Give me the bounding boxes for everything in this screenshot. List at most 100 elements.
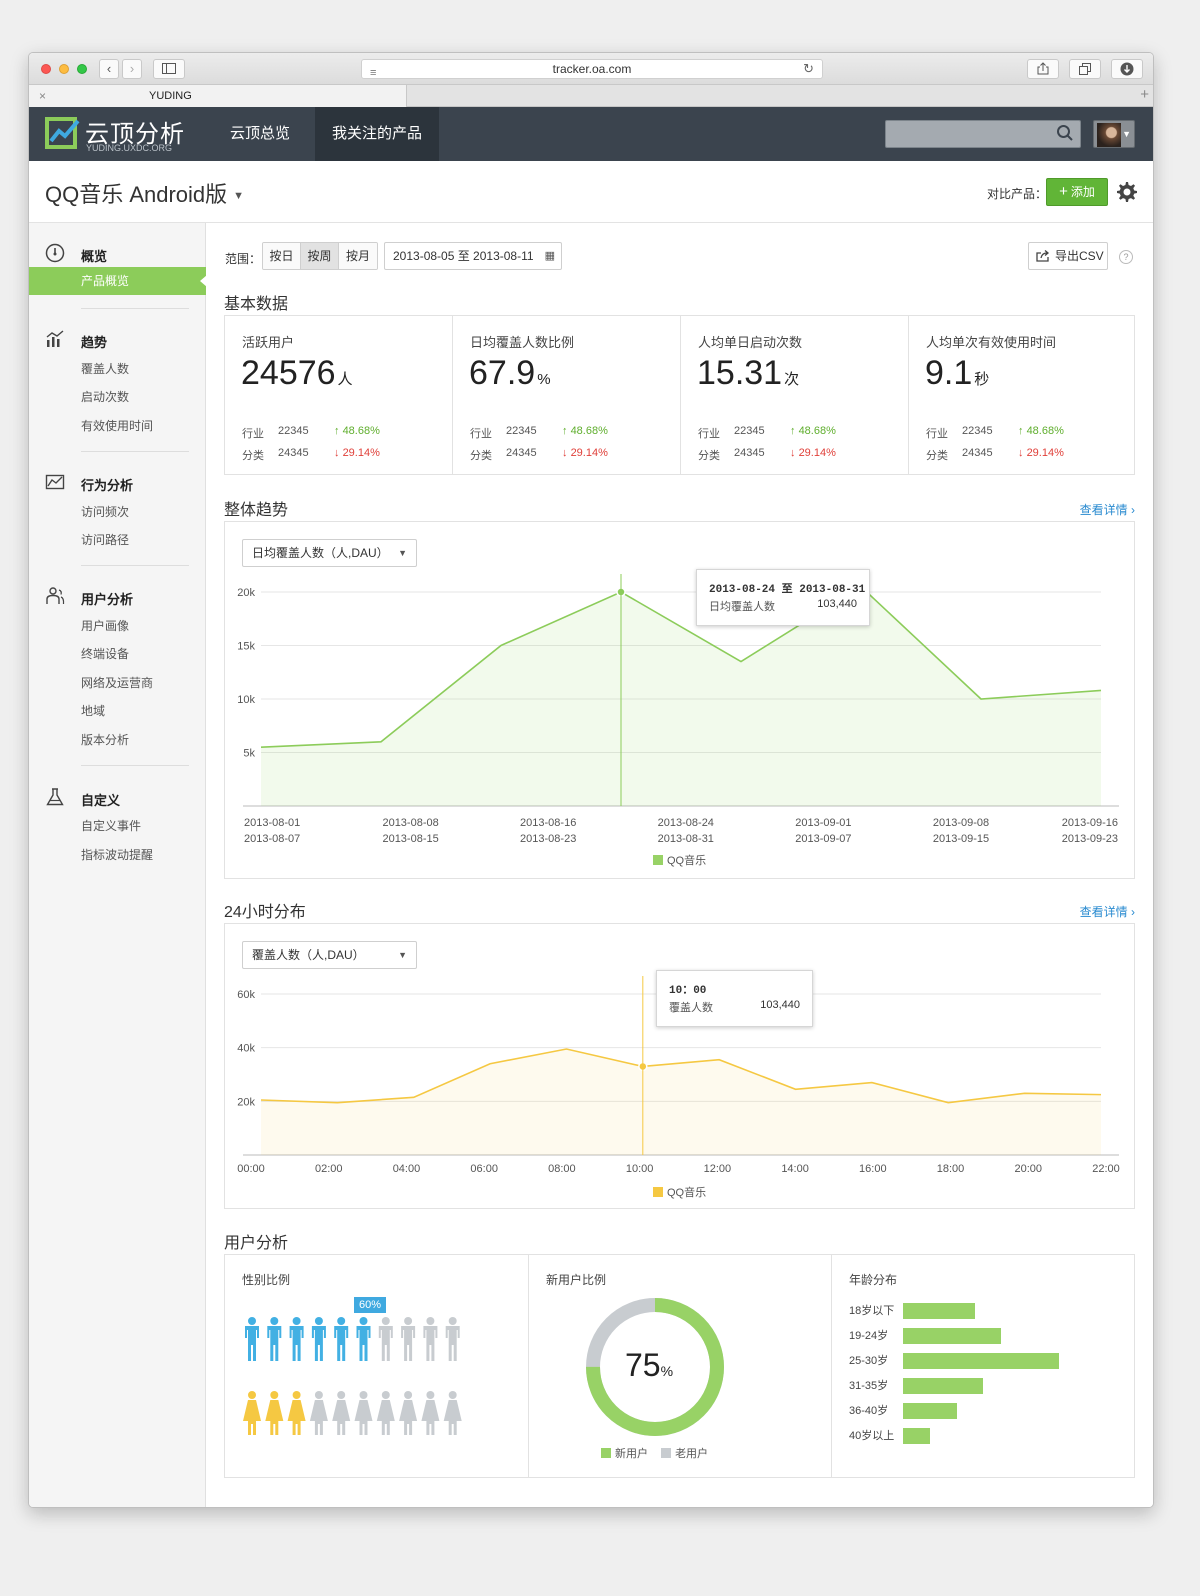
trend-detail-link[interactable]: 查看详情 › xyxy=(1080,501,1135,518)
browser-tab[interactable]: × YUDING xyxy=(29,85,407,107)
industry-label: 行业 xyxy=(698,428,720,440)
hourly-legend[interactable]: QQ音乐 xyxy=(653,1184,706,1200)
sidebar-item-usage-time[interactable]: 有效使用时间 xyxy=(81,417,153,434)
close-window-button[interactable] xyxy=(41,64,51,74)
segment-month[interactable]: 按月 xyxy=(339,243,377,269)
download-icon[interactable] xyxy=(1111,59,1143,79)
add-label: 添加 xyxy=(1070,185,1095,199)
stat-value: 67.9% xyxy=(469,354,551,393)
female-icon xyxy=(332,1391,351,1435)
y-tick-label: 60k xyxy=(237,989,255,1001)
age-bar[interactable] xyxy=(903,1378,983,1394)
male-icon xyxy=(401,1317,416,1361)
add-compare-button[interactable]: + 添加 xyxy=(1046,178,1108,206)
search-icon[interactable] xyxy=(1056,124,1074,142)
sidebar-item-devices[interactable]: 终端设备 xyxy=(81,645,129,662)
hourly-chart[interactable]: 20k 40k 60k 00:00 02:00 04:00 06:00 08:00 10:00 1… xyxy=(225,924,1134,1208)
female-icon-head xyxy=(381,1391,390,1399)
male-icon-head xyxy=(381,1317,390,1325)
user-avatar[interactable]: ▼ xyxy=(1093,120,1135,148)
nav-overview[interactable]: 云顶总览 xyxy=(215,107,305,161)
sidebar-item-coverage[interactable]: 覆盖人数 xyxy=(81,360,129,377)
sidebar-item-network[interactable]: 网络及运营商 xyxy=(81,674,153,691)
segment-day[interactable]: 按日 xyxy=(263,243,301,269)
legend-swatch xyxy=(653,855,663,865)
address-bar[interactable]: ≡ tracker.oa.com ↻ xyxy=(361,59,823,79)
sidebar-item-visit-path[interactable]: 访问路径 xyxy=(81,531,129,548)
trend-chart-panel: 日均覆盖人数（人,DAU） ▼ 5k 10k 15k 20k 2013-08-01 201… xyxy=(224,521,1135,879)
trend-legend[interactable]: QQ音乐 xyxy=(653,852,706,868)
stat-value: 24576 人 xyxy=(241,354,353,393)
sidebar-item-visit-frequency[interactable]: 访问频次 xyxy=(81,503,129,520)
age-bar[interactable] xyxy=(903,1328,1001,1344)
sidebar-item-region[interactable]: 地域 xyxy=(81,702,105,719)
hourly-title: 24小时分布 xyxy=(224,904,306,921)
sidebar-item-custom-events[interactable]: 自定义事件 xyxy=(81,817,141,834)
age-bar[interactable] xyxy=(903,1303,975,1319)
back-icon[interactable]: ‹ xyxy=(99,59,119,79)
reader-icon[interactable]: ≡ xyxy=(370,64,376,82)
female-icon-head xyxy=(359,1391,368,1399)
reload-icon[interactable]: ↻ xyxy=(803,60,814,78)
series-area xyxy=(261,1049,1101,1155)
url-text: tracker.oa.com xyxy=(552,62,632,76)
stat-number: 67.9 xyxy=(469,354,536,392)
date-range-picker[interactable]: 2013-08-05 至 2013-08-11 ▦ xyxy=(384,242,562,270)
share-icon[interactable] xyxy=(1027,59,1059,79)
age-bar[interactable] xyxy=(903,1353,1059,1369)
trend-chart[interactable]: 5k 10k 15k 20k 2013-08-01 2013-08-07 2013-08-0… xyxy=(225,522,1134,878)
sidebar-group-custom[interactable]: 自定义 xyxy=(81,790,120,809)
x-tick-label: 2013-09-08 xyxy=(933,817,989,829)
new-user-donut[interactable] xyxy=(529,1255,832,1477)
age-bar[interactable] xyxy=(903,1403,957,1419)
sidebar-item-user-portrait[interactable]: 用户画像 xyxy=(81,617,129,634)
tooltip-key: 日均覆盖人数 xyxy=(709,601,775,613)
age-bar[interactable] xyxy=(903,1428,930,1444)
search-input[interactable] xyxy=(885,120,1081,148)
category-delta: ↓ 29.14% xyxy=(562,447,608,459)
segment-week[interactable]: 按周 xyxy=(301,243,339,269)
industry-delta: ↑ 48.68% xyxy=(562,425,608,437)
sidebar-group-overview[interactable]: 概览 xyxy=(81,246,107,265)
export-csv-button[interactable]: 导出CSV xyxy=(1028,242,1108,270)
product-title[interactable]: QQ音乐 Android版 ▼ xyxy=(45,177,244,209)
sidebar-item-launches[interactable]: 启动次数 xyxy=(81,388,129,405)
y-tick-label: 40k xyxy=(237,1043,255,1055)
caret-down-icon[interactable]: ▼ xyxy=(233,190,244,202)
sidebar-group-behavior[interactable]: 行为分析 xyxy=(81,475,133,494)
gear-icon[interactable] xyxy=(1115,180,1139,204)
female-icon xyxy=(443,1391,462,1435)
industry-label: 行业 xyxy=(242,428,264,440)
tab-bar: × YUDING + xyxy=(29,85,1153,107)
zoom-window-button[interactable] xyxy=(77,64,87,74)
help-icon[interactable]: ? xyxy=(1119,250,1133,264)
sidebar-group-trend[interactable]: 趋势 xyxy=(81,332,107,351)
nav-followed-products[interactable]: 我关注的产品 xyxy=(315,107,439,161)
sidebar-toggle-icon[interactable] xyxy=(153,59,185,79)
female-icon-head xyxy=(448,1391,457,1399)
new-user-legend[interactable]: 新用户 老用户 xyxy=(601,1445,708,1461)
sidebar-item-product-overview[interactable]: 产品概览 xyxy=(29,267,207,295)
female-icon-head xyxy=(404,1391,413,1399)
hourly-detail-link[interactable]: 查看详情 › xyxy=(1080,903,1135,920)
sidebar-item-metric-alert[interactable]: 指标波动提醒 xyxy=(81,846,153,863)
plus-icon: + xyxy=(1059,183,1068,200)
logo-icon[interactable] xyxy=(45,115,81,151)
content-area: 概览 产品概览 趋势 覆盖人数 启动次数 有效使用时间 行为分析 访问频次 访问… xyxy=(29,223,1153,1507)
female-icon xyxy=(421,1391,440,1435)
category-delta-value: 29.14% xyxy=(570,447,608,459)
forward-icon[interactable]: › xyxy=(122,59,142,79)
sidebar-divider xyxy=(81,565,189,566)
tabs-overview-icon[interactable] xyxy=(1069,59,1101,79)
close-tab-icon[interactable]: × xyxy=(39,85,46,107)
date-range-text: 2013-08-05 至 2013-08-11 xyxy=(393,249,534,263)
stat-card: 日均覆盖人数比例 67.9% 行业 22345 ↑ 48.68% 分类 24345 ↓ 29.… xyxy=(453,316,681,474)
sidebar-item-version[interactable]: 版本分析 xyxy=(81,731,129,748)
new-user-unit: % xyxy=(660,1363,674,1379)
male-icon-body xyxy=(289,1326,304,1361)
avatar-image xyxy=(1097,123,1121,147)
minimize-window-button[interactable] xyxy=(59,64,69,74)
gender-ratio-chart[interactable] xyxy=(225,1255,529,1455)
new-tab-icon[interactable]: + xyxy=(1140,85,1149,105)
sidebar-group-users[interactable]: 用户分析 xyxy=(81,589,133,608)
